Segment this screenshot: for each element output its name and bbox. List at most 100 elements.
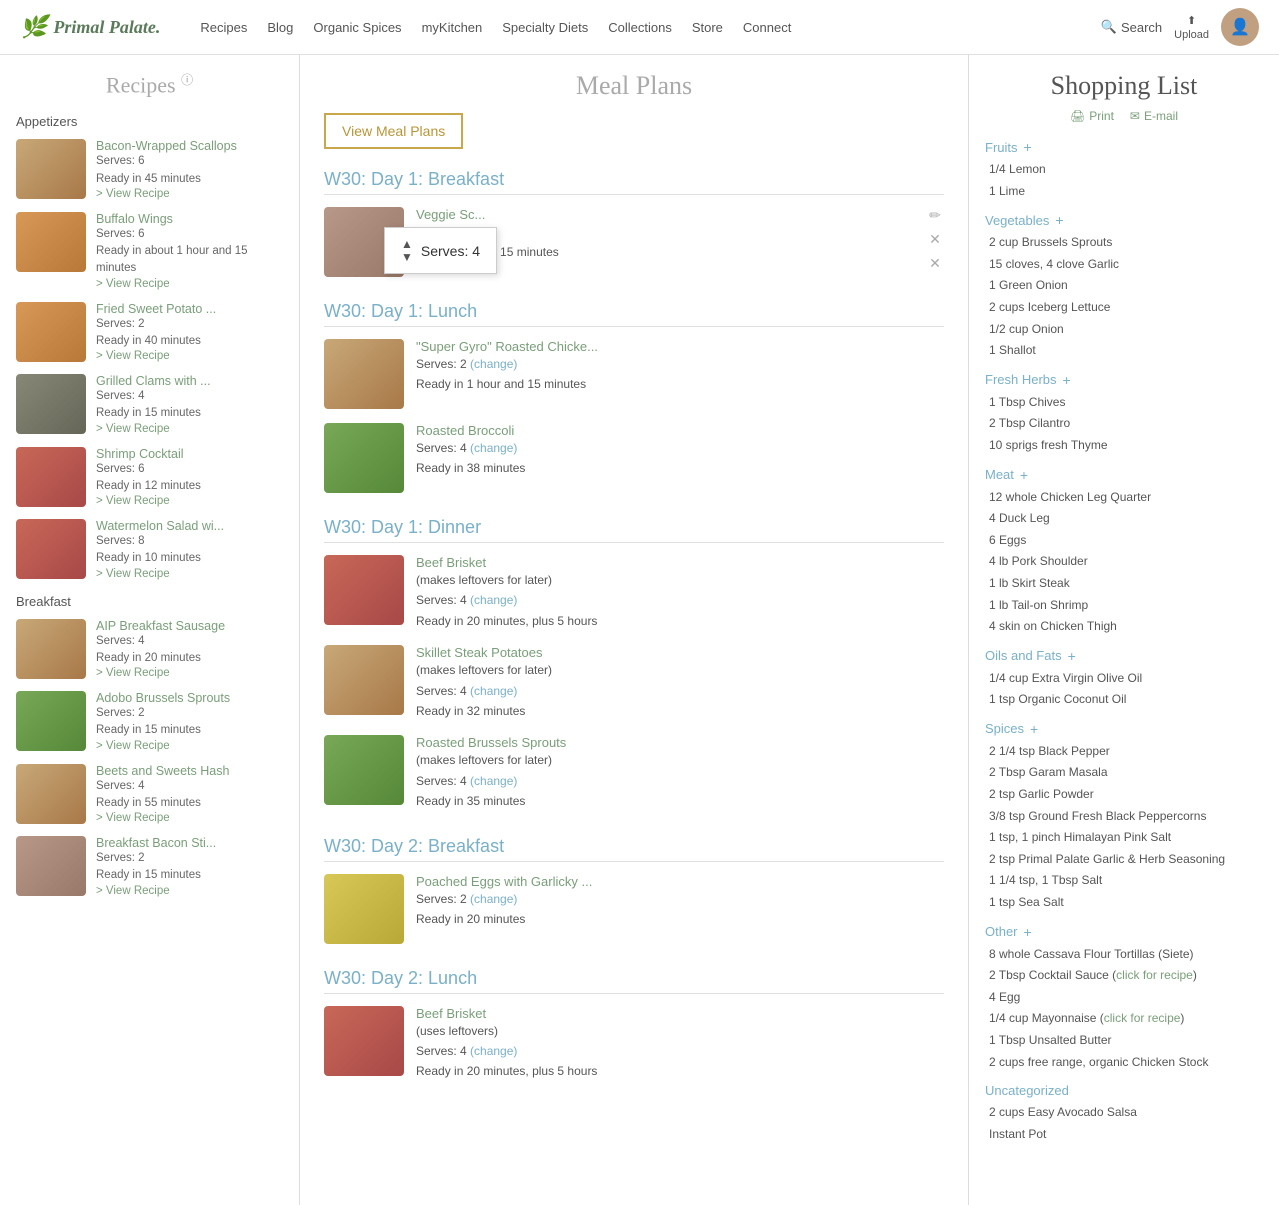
add-other-icon[interactable]: + — [1024, 924, 1032, 940]
change-link[interactable]: (change) — [470, 1044, 517, 1058]
recipe-info: Breakfast Bacon Sti... Serves: 2Ready in… — [96, 836, 283, 897]
shopping-list-panel: Shopping List 🖨 Print ✉ E-mail Fruits + … — [969, 55, 1279, 1205]
recipe-name[interactable]: Beets and Sweets Hash — [96, 764, 283, 778]
recipe-thumbnail — [16, 374, 86, 434]
change-link[interactable]: (change) — [470, 441, 517, 455]
meal-name[interactable]: Beef Brisket — [416, 1006, 944, 1021]
meal-info: Roasted Brussels Sprouts (makes leftover… — [416, 735, 944, 811]
meal-name[interactable]: Veggie Sc... — [416, 207, 914, 222]
nav-specialty-diets[interactable]: Specialty Diets — [502, 20, 588, 35]
avatar[interactable]: 👤 — [1221, 8, 1259, 46]
list-item: Watermelon Salad wi... Serves: 8Ready in… — [16, 519, 283, 580]
close-icon-2[interactable]: ✕ — [926, 255, 944, 273]
nav-organic-spices[interactable]: Organic Spices — [313, 20, 401, 35]
recipe-thumbnail — [16, 519, 86, 579]
shopping-item: 1/4 cup Mayonnaise (click for recipe) — [985, 1008, 1263, 1030]
sidebar-info-icon[interactable]: ⓘ — [181, 73, 193, 87]
recipe-name[interactable]: Buffalo Wings — [96, 212, 283, 226]
shopping-item: 2 Tbsp Cocktail Sauce (click for recipe) — [985, 965, 1263, 987]
meal-name[interactable]: Beef Brisket — [416, 555, 944, 570]
email-button[interactable]: ✉ E-mail — [1130, 109, 1178, 123]
add-fruits-icon[interactable]: + — [1024, 139, 1032, 155]
add-spices-icon[interactable]: + — [1030, 721, 1038, 737]
add-herbs-icon[interactable]: + — [1063, 372, 1071, 388]
recipe-meta: Serves: 6Ready in 45 minutes — [96, 153, 283, 188]
category-label: Uncategorized — [985, 1083, 1069, 1098]
meal-name[interactable]: Skillet Steak Potatoes — [416, 645, 944, 660]
recipe-name[interactable]: Breakfast Bacon Sti... — [96, 836, 283, 850]
nav-store[interactable]: Store — [692, 20, 723, 35]
recipe-name[interactable]: Bacon-Wrapped Scallops — [96, 139, 283, 153]
recipe-name[interactable]: Watermelon Salad wi... — [96, 519, 283, 533]
meal-name[interactable]: Roasted Broccoli — [416, 423, 944, 438]
close-icon[interactable]: ✕ — [926, 231, 944, 249]
view-recipe-link[interactable]: > View Recipe — [96, 495, 283, 507]
list-item: AIP Breakfast Sausage Serves: 4Ready in … — [16, 619, 283, 680]
print-button[interactable]: 🖨 Print — [1070, 109, 1114, 123]
edit-icon[interactable]: ✏ — [926, 207, 944, 225]
shopping-item: 1 tsp Sea Salt — [985, 892, 1263, 914]
meal-name[interactable]: Roasted Brussels Sprouts — [416, 735, 944, 750]
meal-info: Beef Brisket (uses leftovers)Serves: 4 (… — [416, 1006, 944, 1082]
view-recipe-link[interactable]: > View Recipe — [96, 423, 283, 435]
view-recipe-link[interactable]: > View Recipe — [96, 188, 283, 200]
list-item: Fried Sweet Potato ... Serves: 2Ready in… — [16, 302, 283, 363]
recipe-info: Buffalo Wings Serves: 6Ready in about 1 … — [96, 212, 283, 290]
recipe-meta: Serves: 8Ready in 10 minutes — [96, 533, 283, 568]
meal-item: Beef Brisket (uses leftovers)Serves: 4 (… — [324, 1006, 944, 1082]
view-recipe-link[interactable]: > View Recipe — [96, 812, 283, 824]
add-meat-icon[interactable]: + — [1020, 467, 1028, 483]
mayonnaise-link[interactable]: click for recipe — [1104, 1011, 1181, 1025]
recipe-meta: Serves: 6Ready in about 1 hour and 15 mi… — [96, 226, 283, 278]
recipe-name[interactable]: Fried Sweet Potato ... — [96, 302, 283, 316]
view-meal-plans-button[interactable]: View Meal Plans — [324, 113, 463, 149]
recipe-name[interactable]: Shrimp Cocktail — [96, 447, 283, 461]
meal-name[interactable]: "Super Gyro" Roasted Chicke... — [416, 339, 944, 354]
recipe-name[interactable]: Grilled Clams with ... — [96, 374, 283, 388]
tooltip-serves-text: Serves: 4 — [421, 243, 480, 259]
change-link[interactable]: (change) — [470, 357, 517, 371]
change-link[interactable]: (change) — [470, 593, 517, 607]
cocktail-sauce-link[interactable]: click for recipe — [1116, 968, 1193, 982]
category-label: Spices — [985, 721, 1024, 736]
logo[interactable]: 🌿 Primal Palate. — [20, 14, 160, 40]
view-recipe-link[interactable]: > View Recipe — [96, 667, 283, 679]
shopping-item: 1 Shallot — [985, 340, 1263, 362]
shopping-item: Instant Pot — [985, 1124, 1263, 1146]
serves-up-arrow[interactable]: ▲ — [401, 238, 413, 250]
add-vegetables-icon[interactable]: + — [1055, 212, 1063, 228]
change-link[interactable]: (change) — [470, 684, 517, 698]
nav-blog[interactable]: Blog — [267, 20, 293, 35]
meal-item: Poached Eggs with Garlicky ... Serves: 2… — [324, 874, 944, 944]
meal-name[interactable]: Poached Eggs with Garlicky ... — [416, 874, 944, 889]
shopping-item: 1 tsp, 1 pinch Himalayan Pink Salt — [985, 827, 1263, 849]
add-oils-icon[interactable]: + — [1068, 648, 1076, 664]
change-link[interactable]: (change) — [470, 892, 517, 906]
upload-button[interactable]: ⬆ Upload — [1174, 14, 1209, 41]
nav-collections[interactable]: Collections — [608, 20, 672, 35]
nav-connect[interactable]: Connect — [743, 20, 791, 35]
day-section: W30: Day 1: Lunch "Super Gyro" Roasted C… — [324, 301, 944, 493]
sidebar-title: Recipes ⓘ — [16, 71, 283, 98]
recipe-thumbnail — [16, 619, 86, 679]
shopping-item: 1 1/4 tsp, 1 Tbsp Salt — [985, 870, 1263, 892]
view-recipe-link[interactable]: > View Recipe — [96, 278, 283, 290]
logo-icon: 🌿 — [20, 14, 47, 40]
shopping-item: 1 Tbsp Chives — [985, 392, 1263, 414]
category-label: Other — [985, 924, 1018, 939]
serves-down-arrow[interactable]: ▼ — [401, 251, 413, 263]
view-recipe-link[interactable]: > View Recipe — [96, 350, 283, 362]
recipe-thumbnail — [16, 691, 86, 751]
nav-mykitchen[interactable]: myKitchen — [422, 20, 483, 35]
change-link[interactable]: (change) — [470, 774, 517, 788]
view-recipe-link[interactable]: > View Recipe — [96, 740, 283, 752]
search-button[interactable]: 🔍 Search — [1101, 19, 1162, 35]
view-recipe-link[interactable]: > View Recipe — [96, 885, 283, 897]
nav-recipes[interactable]: Recipes — [200, 20, 247, 35]
view-recipe-link[interactable]: > View Recipe — [96, 568, 283, 580]
meal-info: Beef Brisket (makes leftovers for later)… — [416, 555, 944, 631]
recipe-name[interactable]: Adobo Brussels Sprouts — [96, 691, 283, 705]
day-title: W30: Day 1: Lunch — [324, 301, 944, 327]
recipe-name[interactable]: AIP Breakfast Sausage — [96, 619, 283, 633]
shopping-item: 2 cup Brussels Sprouts — [985, 232, 1263, 254]
